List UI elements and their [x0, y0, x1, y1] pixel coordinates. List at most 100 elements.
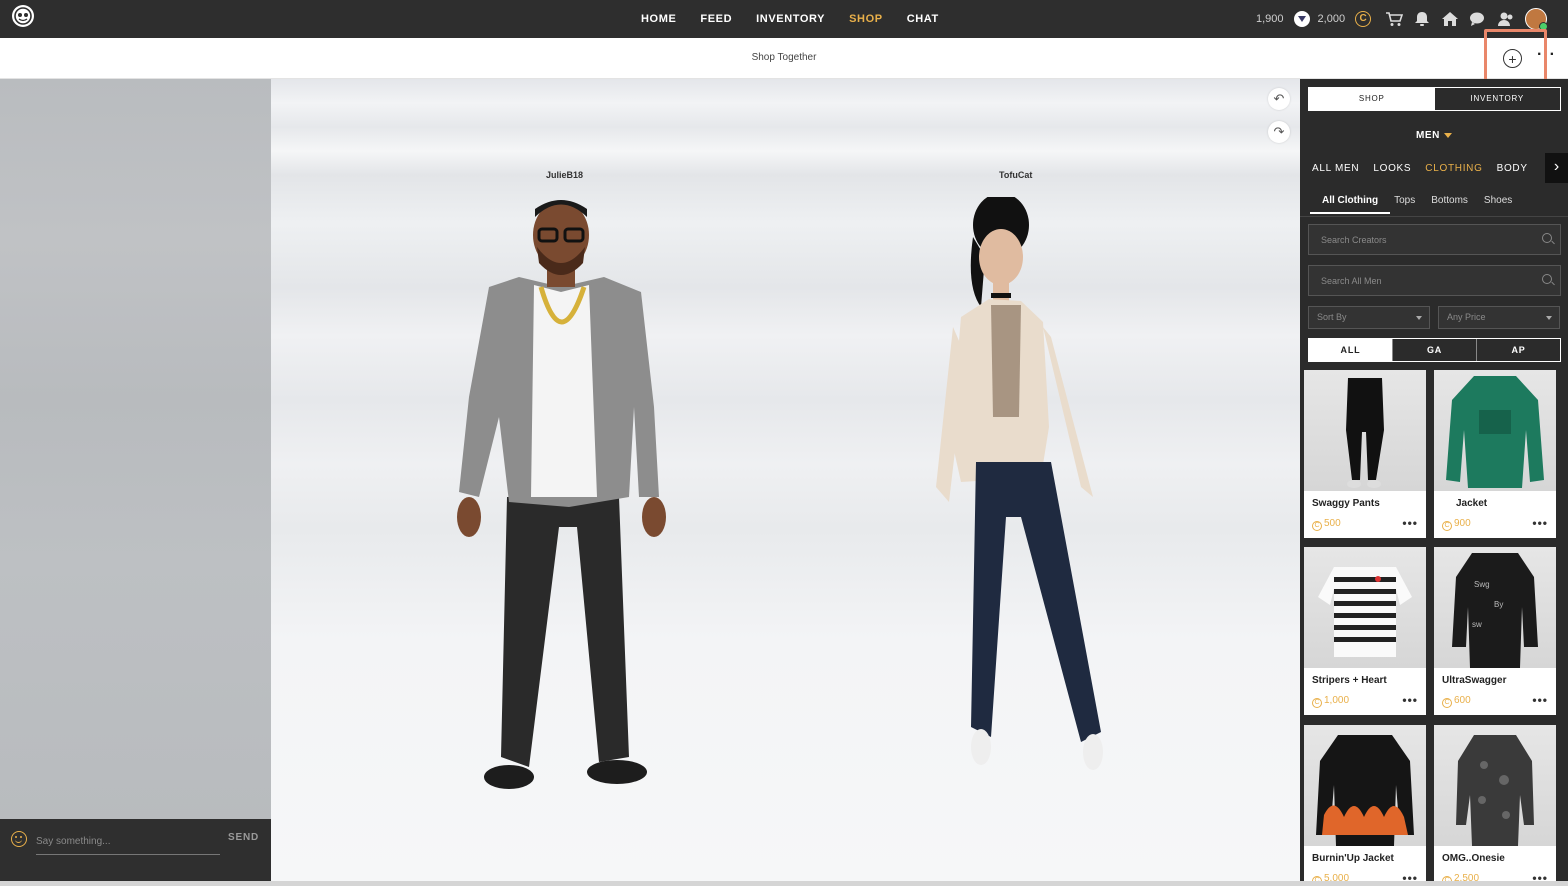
product-card[interactable]: Swg By sw UltraSwagger C 600 •••: [1434, 547, 1556, 715]
redo-icon[interactable]: ↷: [1268, 121, 1290, 143]
male-avatar[interactable]: [449, 197, 689, 797]
price-filter-select[interactable]: Any Price: [1438, 306, 1560, 329]
sort-by-value: Sort By: [1317, 312, 1347, 322]
avatar-name-right: TofuCat: [999, 170, 1033, 180]
product-price: C 2,500: [1442, 873, 1479, 881]
product-card[interactable]: Burnin'Up Jacket C 5,000 •••: [1304, 725, 1426, 881]
product-name: Stripers + Heart: [1312, 675, 1387, 686]
undo-icon[interactable]: ↶: [1268, 88, 1290, 110]
sort-by-select[interactable]: Sort By: [1308, 306, 1430, 329]
search-creators-input[interactable]: [1309, 225, 1529, 254]
more-options-icon[interactable]: •••: [1402, 693, 1418, 707]
category-looks[interactable]: LOOKS: [1373, 163, 1411, 174]
main-nav: HOME FEED INVENTORY SHOP CHAT: [641, 0, 963, 38]
subcategory-shoes[interactable]: Shoes: [1484, 195, 1512, 214]
vip-coin-icon: [1293, 11, 1310, 27]
shop-inventory-toggle: SHOP INVENTORY: [1308, 87, 1561, 111]
svg-text:sw: sw: [1472, 620, 1482, 629]
nav-shop[interactable]: SHOP: [849, 13, 883, 25]
svg-text:Swg: Swg: [1474, 580, 1490, 589]
filter-all[interactable]: ALL: [1309, 339, 1393, 361]
avatar-name-left: JulieB18: [546, 170, 584, 180]
credit-icon: C: [1312, 521, 1322, 531]
chat-bar: SEND: [0, 819, 271, 881]
friends-icon[interactable]: [1497, 10, 1515, 28]
credits-coin-icon: C: [1355, 11, 1372, 27]
svg-text:By: By: [1494, 600, 1503, 609]
filter-ap[interactable]: AP: [1477, 339, 1560, 361]
more-options-button[interactable]: ···: [1537, 47, 1556, 63]
subcategory-all-clothing[interactable]: All Clothing: [1310, 195, 1391, 214]
product-thumbnail: [1434, 370, 1556, 491]
page-title: Shop Together: [751, 52, 817, 63]
category-tabs: ALL MEN LOOKS CLOTHING BODY: [1312, 163, 1542, 174]
credits-balance: 2,000: [1317, 13, 1346, 25]
category-body[interactable]: BODY: [1497, 163, 1528, 174]
vip-balance: 1,900: [1256, 13, 1284, 25]
rating-filter: ALL GA AP: [1308, 338, 1561, 362]
search-icon[interactable]: [1542, 233, 1552, 243]
search-all-input[interactable]: [1309, 266, 1529, 295]
emoji-icon[interactable]: [11, 831, 27, 847]
chat-input[interactable]: [36, 829, 220, 855]
product-thumbnail: [1304, 725, 1426, 846]
subcategory-bottoms[interactable]: Bottoms: [1431, 195, 1468, 214]
search-icon[interactable]: [1542, 274, 1552, 284]
tab-shop[interactable]: SHOP: [1309, 88, 1435, 110]
product-card[interactable]: Swaggy Pants C 500 •••: [1304, 370, 1426, 538]
bell-icon[interactable]: [1413, 10, 1431, 28]
left-panel: SEND: [0, 79, 271, 881]
product-price: C 600: [1442, 695, 1471, 708]
product-name: OMG..Onesie: [1442, 853, 1505, 864]
product-name: UltraSwagger: [1442, 675, 1507, 686]
gender-dropdown[interactable]: MEN: [1300, 130, 1568, 141]
more-options-icon[interactable]: •••: [1532, 693, 1548, 707]
tab-inventory[interactable]: INVENTORY: [1435, 88, 1561, 110]
send-button[interactable]: SEND: [228, 832, 259, 843]
search-all-box: [1308, 265, 1561, 296]
chevron-right-icon[interactable]: ›: [1545, 153, 1568, 183]
nav-chat[interactable]: CHAT: [907, 13, 939, 25]
credit-icon: C: [1312, 698, 1322, 708]
caret-down-icon: [1444, 132, 1453, 138]
product-card[interactable]: Jacket C 900 •••: [1434, 370, 1556, 538]
product-thumbnail: [1304, 370, 1426, 491]
shop-panel: SHOP INVENTORY MEN ALL MEN LOOKS CLOTHIN…: [1300, 79, 1568, 881]
home-icon[interactable]: [1441, 10, 1459, 28]
divider: [1300, 216, 1568, 217]
wallet[interactable]: 1,900 2,000 C: [1256, 0, 1379, 38]
more-options-icon[interactable]: •••: [1532, 871, 1548, 881]
more-options-icon[interactable]: •••: [1532, 516, 1548, 530]
product-thumbnail: Swg By sw: [1434, 547, 1556, 668]
cart-icon[interactable]: [1385, 10, 1403, 28]
credit-icon: C: [1442, 521, 1452, 531]
user-avatar[interactable]: [1525, 8, 1548, 31]
product-card[interactable]: OMG..Onesie C 2,500 •••: [1434, 725, 1556, 881]
subcategory-tops[interactable]: Tops: [1394, 195, 1415, 214]
product-price: C 500: [1312, 518, 1341, 531]
female-avatar[interactable]: [921, 197, 1121, 797]
product-price: C 900: [1442, 518, 1471, 531]
nav-inventory[interactable]: INVENTORY: [756, 13, 825, 25]
product-price: C 1,000: [1312, 695, 1349, 708]
shop-together-header: Shop Together + ···: [0, 29, 1568, 86]
more-options-icon[interactable]: •••: [1402, 871, 1418, 881]
filter-ga[interactable]: GA: [1393, 339, 1477, 361]
nav-home[interactable]: HOME: [641, 13, 676, 25]
invite-add-button[interactable]: +: [1503, 49, 1522, 68]
category-clothing[interactable]: CLOTHING: [1425, 163, 1482, 174]
gender-value: MEN: [1415, 130, 1441, 141]
category-all-men[interactable]: ALL MEN: [1312, 163, 1359, 174]
nav-feed[interactable]: FEED: [700, 13, 732, 25]
product-name: Swaggy Pants: [1312, 498, 1380, 509]
product-card[interactable]: Stripers + Heart C 1,000 •••: [1304, 547, 1426, 715]
product-thumbnail: [1304, 547, 1426, 668]
window-bottom-edge: [0, 881, 1568, 886]
imvu-logo-icon[interactable]: [12, 5, 34, 27]
product-name: Burnin'Up Jacket: [1312, 853, 1394, 864]
caret-down-icon: [1546, 316, 1552, 320]
chat-bubbles-icon[interactable]: [1469, 10, 1487, 28]
more-options-icon[interactable]: •••: [1402, 516, 1418, 530]
product-price: C 5,000: [1312, 873, 1349, 881]
search-creators-box: [1308, 224, 1561, 255]
